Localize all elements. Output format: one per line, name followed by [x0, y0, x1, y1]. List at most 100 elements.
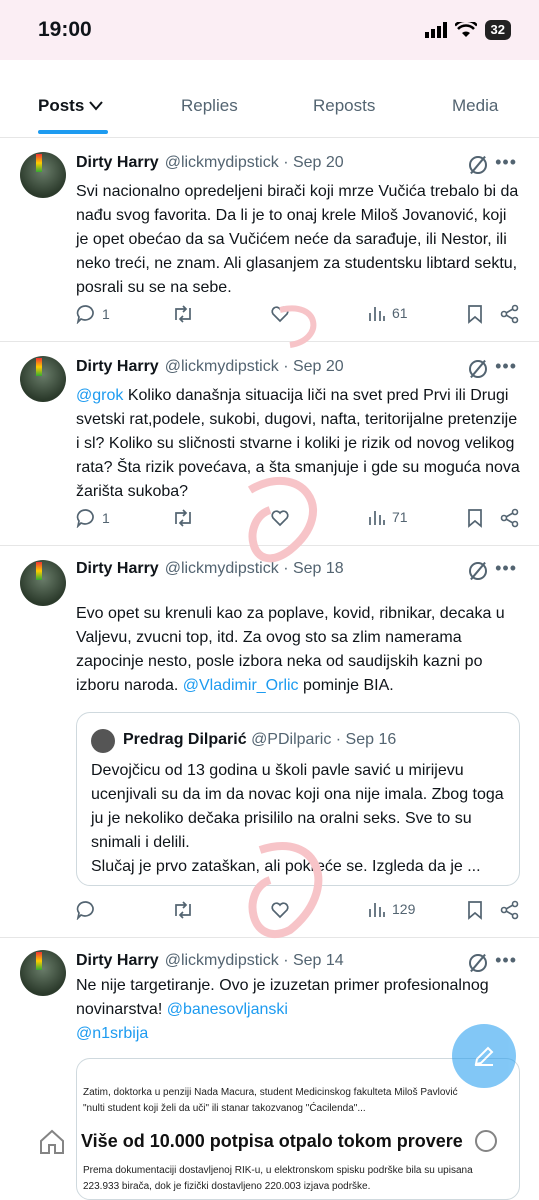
status-bar: 19:00 32	[0, 0, 539, 60]
post-date: · Sep 18	[283, 560, 344, 577]
bookmark-button[interactable]	[466, 900, 484, 920]
bookmark-button[interactable]	[466, 508, 484, 528]
post-text: Ne nije targetiranje. Ovo je izuzetan pr…	[76, 977, 489, 1042]
post-date: · Sep 14	[283, 952, 344, 969]
post-actions: 1 61	[76, 304, 521, 328]
quoted-post[interactable]: Predrag Dilparić @PDilparic · Sep 16 Dev…	[76, 712, 520, 886]
share-button[interactable]	[500, 900, 520, 920]
heart-icon	[271, 510, 289, 527]
quote-date: · Sep 16	[335, 731, 397, 748]
profile-tabs: Posts Replies Reposts Media	[0, 60, 539, 138]
bookmark-button[interactable]	[466, 304, 484, 324]
views-icon	[369, 307, 385, 321]
image-text-line: Zatim, doktorka u penziji Nada Macura, s…	[83, 1087, 458, 1098]
views-button[interactable]: 129	[368, 900, 415, 918]
reply-button[interactable]	[76, 900, 96, 920]
avatar[interactable]	[20, 560, 66, 606]
home-icon[interactable]	[38, 1128, 66, 1156]
author-handle[interactable]: @lickmydipstick	[165, 560, 279, 578]
reply-icon	[76, 901, 94, 920]
quote-text: Devojčicu od 13 godina u školi pavle sav…	[91, 762, 504, 875]
image-headline: Više od 10.000 potpisa otpalo tokom prov…	[81, 1131, 463, 1151]
heart-icon	[271, 902, 289, 919]
more-icon[interactable]: •••	[495, 950, 517, 971]
repost-button[interactable]	[172, 900, 194, 920]
repost-icon	[175, 509, 191, 527]
quote-author-name: Predrag Dilparić	[123, 731, 247, 748]
post-actions: 1 71	[76, 508, 521, 532]
quote-author-handle: @PDilparic	[251, 731, 332, 748]
tab-replies[interactable]: Replies	[181, 96, 238, 116]
compose-icon	[474, 1046, 494, 1066]
mention-link[interactable]: @grok	[76, 387, 123, 404]
post[interactable]: Dirty Harry @lickmydipstick · Sep 20 •••…	[0, 138, 539, 342]
tab-media[interactable]: Media	[452, 96, 498, 116]
post-text: Svi nacionalno opredeljeni birači koji m…	[76, 183, 519, 296]
author-handle[interactable]: @lickmydipstick	[165, 154, 279, 172]
post-actions: 129	[76, 900, 521, 924]
attached-image[interactable]: Zatim, doktorka u penziji Nada Macura, s…	[76, 1058, 520, 1200]
compose-button[interactable]	[452, 1024, 516, 1088]
author-name[interactable]: Dirty Harry	[76, 952, 159, 970]
grok-icon[interactable]	[469, 360, 487, 378]
post[interactable]: Dirty Harry @lickmydipstick · Sep 20 •••…	[0, 342, 539, 546]
author-handle[interactable]: @lickmydipstick	[165, 358, 279, 376]
quote-avatar[interactable]	[91, 729, 115, 753]
grok-icon[interactable]	[469, 156, 487, 174]
reply-button[interactable]: 1	[76, 508, 110, 528]
share-button[interactable]	[500, 304, 520, 324]
author-name[interactable]: Dirty Harry	[76, 154, 159, 172]
share-button[interactable]	[500, 508, 520, 528]
avatar[interactable]	[20, 152, 66, 198]
wifi-icon	[454, 22, 477, 37]
grok-icon[interactable]	[469, 954, 487, 972]
repost-icon	[175, 901, 191, 919]
bookmark-icon	[468, 509, 482, 528]
mention-link[interactable]: @banesovljanski	[167, 1001, 288, 1018]
bookmark-icon	[468, 901, 482, 920]
mention-link[interactable]: @n1srbija	[76, 1025, 148, 1042]
image-text-line: 223.933 birača, dok je fizički dostavlje…	[83, 1181, 371, 1192]
avatar[interactable]	[20, 356, 66, 402]
post-text: @grok Koliko današnja situacija liči na …	[76, 387, 520, 500]
views-button[interactable]: 71	[368, 508, 408, 526]
tab-reposts[interactable]: Reposts	[313, 96, 375, 116]
author-handle[interactable]: @lickmydipstick	[165, 952, 279, 970]
share-icon	[500, 508, 519, 528]
more-icon[interactable]: •••	[495, 558, 517, 579]
mention-link[interactable]: @Vladimir_Orlic	[183, 677, 299, 694]
image-text-line: Prema dokumentaciji dostavljenoj RIK-u, …	[83, 1165, 473, 1176]
active-tab-indicator	[38, 130, 108, 134]
views-button[interactable]: 61	[368, 304, 408, 322]
reply-button[interactable]: 1	[76, 304, 110, 324]
grok-icon[interactable]	[469, 562, 487, 580]
repost-button[interactable]	[172, 304, 194, 324]
battery-icon: 32	[484, 20, 511, 40]
bookmark-icon	[468, 305, 482, 324]
reply-icon	[76, 509, 94, 528]
more-icon[interactable]: •••	[495, 152, 517, 173]
author-name[interactable]: Dirty Harry	[76, 560, 159, 578]
image-text-line: "nulti student koji želi da uči" ili sta…	[83, 1103, 366, 1114]
like-button[interactable]	[270, 900, 290, 920]
repost-icon	[175, 305, 191, 323]
post-date: · Sep 20	[283, 358, 344, 375]
heart-icon	[271, 306, 289, 323]
messages-icon[interactable]	[472, 1128, 500, 1156]
status-time: 19:00	[38, 18, 92, 41]
like-button[interactable]	[270, 304, 290, 324]
post[interactable]: Dirty Harry @lickmydipstick · Sep 18 •••…	[0, 546, 539, 938]
chevron-down-icon	[89, 101, 103, 111]
post-text: Evo opet su krenuli kao za poplave, kovi…	[76, 605, 505, 694]
views-icon	[369, 511, 385, 525]
author-name[interactable]: Dirty Harry	[76, 358, 159, 376]
signal-icon	[424, 22, 447, 38]
share-icon	[500, 304, 519, 324]
post-date: · Sep 20	[283, 154, 344, 171]
repost-button[interactable]	[172, 508, 194, 528]
more-icon[interactable]: •••	[495, 356, 517, 377]
like-button[interactable]	[270, 508, 290, 528]
views-icon	[369, 903, 385, 917]
avatar[interactable]	[20, 950, 66, 996]
tab-posts[interactable]: Posts	[38, 96, 103, 116]
